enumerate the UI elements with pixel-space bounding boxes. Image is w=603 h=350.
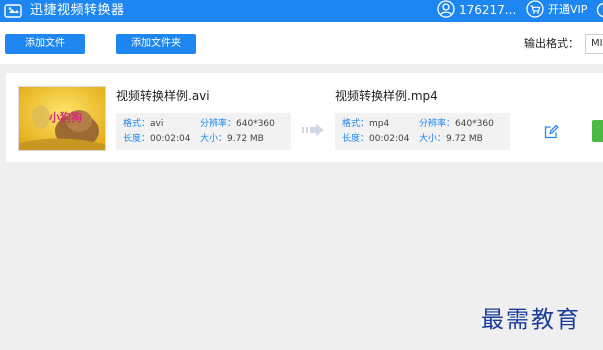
output-file-name: 视频转换样例.mp4 bbox=[335, 89, 438, 103]
output-size: 大小：9.72 MB bbox=[419, 134, 483, 144]
source-format: 格式：avi bbox=[123, 119, 164, 129]
arrow-right-icon bbox=[302, 124, 324, 136]
vip-link[interactable]: 开通VIP bbox=[548, 2, 587, 18]
app-title: 迅捷视频转换器 bbox=[30, 3, 125, 18]
output-resolution: 分辨率：640*360 bbox=[419, 119, 494, 129]
cart-icon[interactable] bbox=[526, 0, 544, 18]
file-list-item: 小狗狗 视频转换样例.avi 格式：avi 分辨率：640*360 长度：00:… bbox=[6, 73, 603, 162]
source-file-name: 视频转换样例.avi bbox=[116, 89, 210, 103]
output-format-select[interactable]: MI bbox=[585, 34, 603, 54]
output-format: 格式：mp4 bbox=[342, 119, 390, 129]
source-info-panel: 格式：avi 分辨率：640*360 长度：00:02:04 大小：9.72 M… bbox=[116, 113, 291, 150]
title-bar: 迅捷视频转换器 176217... 开通VIP bbox=[0, 0, 603, 22]
output-info-panel: 格式：mp4 分辨率：640*360 长度：00:02:04 大小：9.72 M… bbox=[335, 113, 510, 150]
output-duration: 长度：00:02:04 bbox=[342, 134, 410, 144]
output-format-label: 输出格式： bbox=[524, 37, 579, 50]
source-duration: 长度：00:02:04 bbox=[123, 134, 191, 144]
user-id[interactable]: 176217... bbox=[459, 2, 516, 18]
thumbnail-image: 小狗狗 bbox=[19, 87, 105, 150]
add-folder-button[interactable]: 添加文件夹 bbox=[116, 34, 196, 54]
source-resolution: 分辨率：640*360 bbox=[200, 119, 275, 129]
user-icon[interactable] bbox=[437, 0, 455, 18]
watermark: 最需教育 bbox=[481, 307, 581, 333]
convert-button[interactable] bbox=[592, 120, 603, 142]
edit-icon[interactable] bbox=[544, 124, 559, 139]
add-file-button[interactable]: 添加文件 bbox=[5, 34, 85, 54]
source-size: 大小：9.72 MB bbox=[200, 134, 264, 144]
thumbnail-text: 小狗狗 bbox=[48, 110, 82, 124]
app-logo-icon bbox=[4, 4, 22, 18]
more-icon[interactable] bbox=[596, 2, 603, 18]
video-thumbnail: 小狗狗 bbox=[18, 86, 106, 151]
toolbar: 添加文件 添加文件夹 输出格式： MI bbox=[0, 22, 603, 64]
